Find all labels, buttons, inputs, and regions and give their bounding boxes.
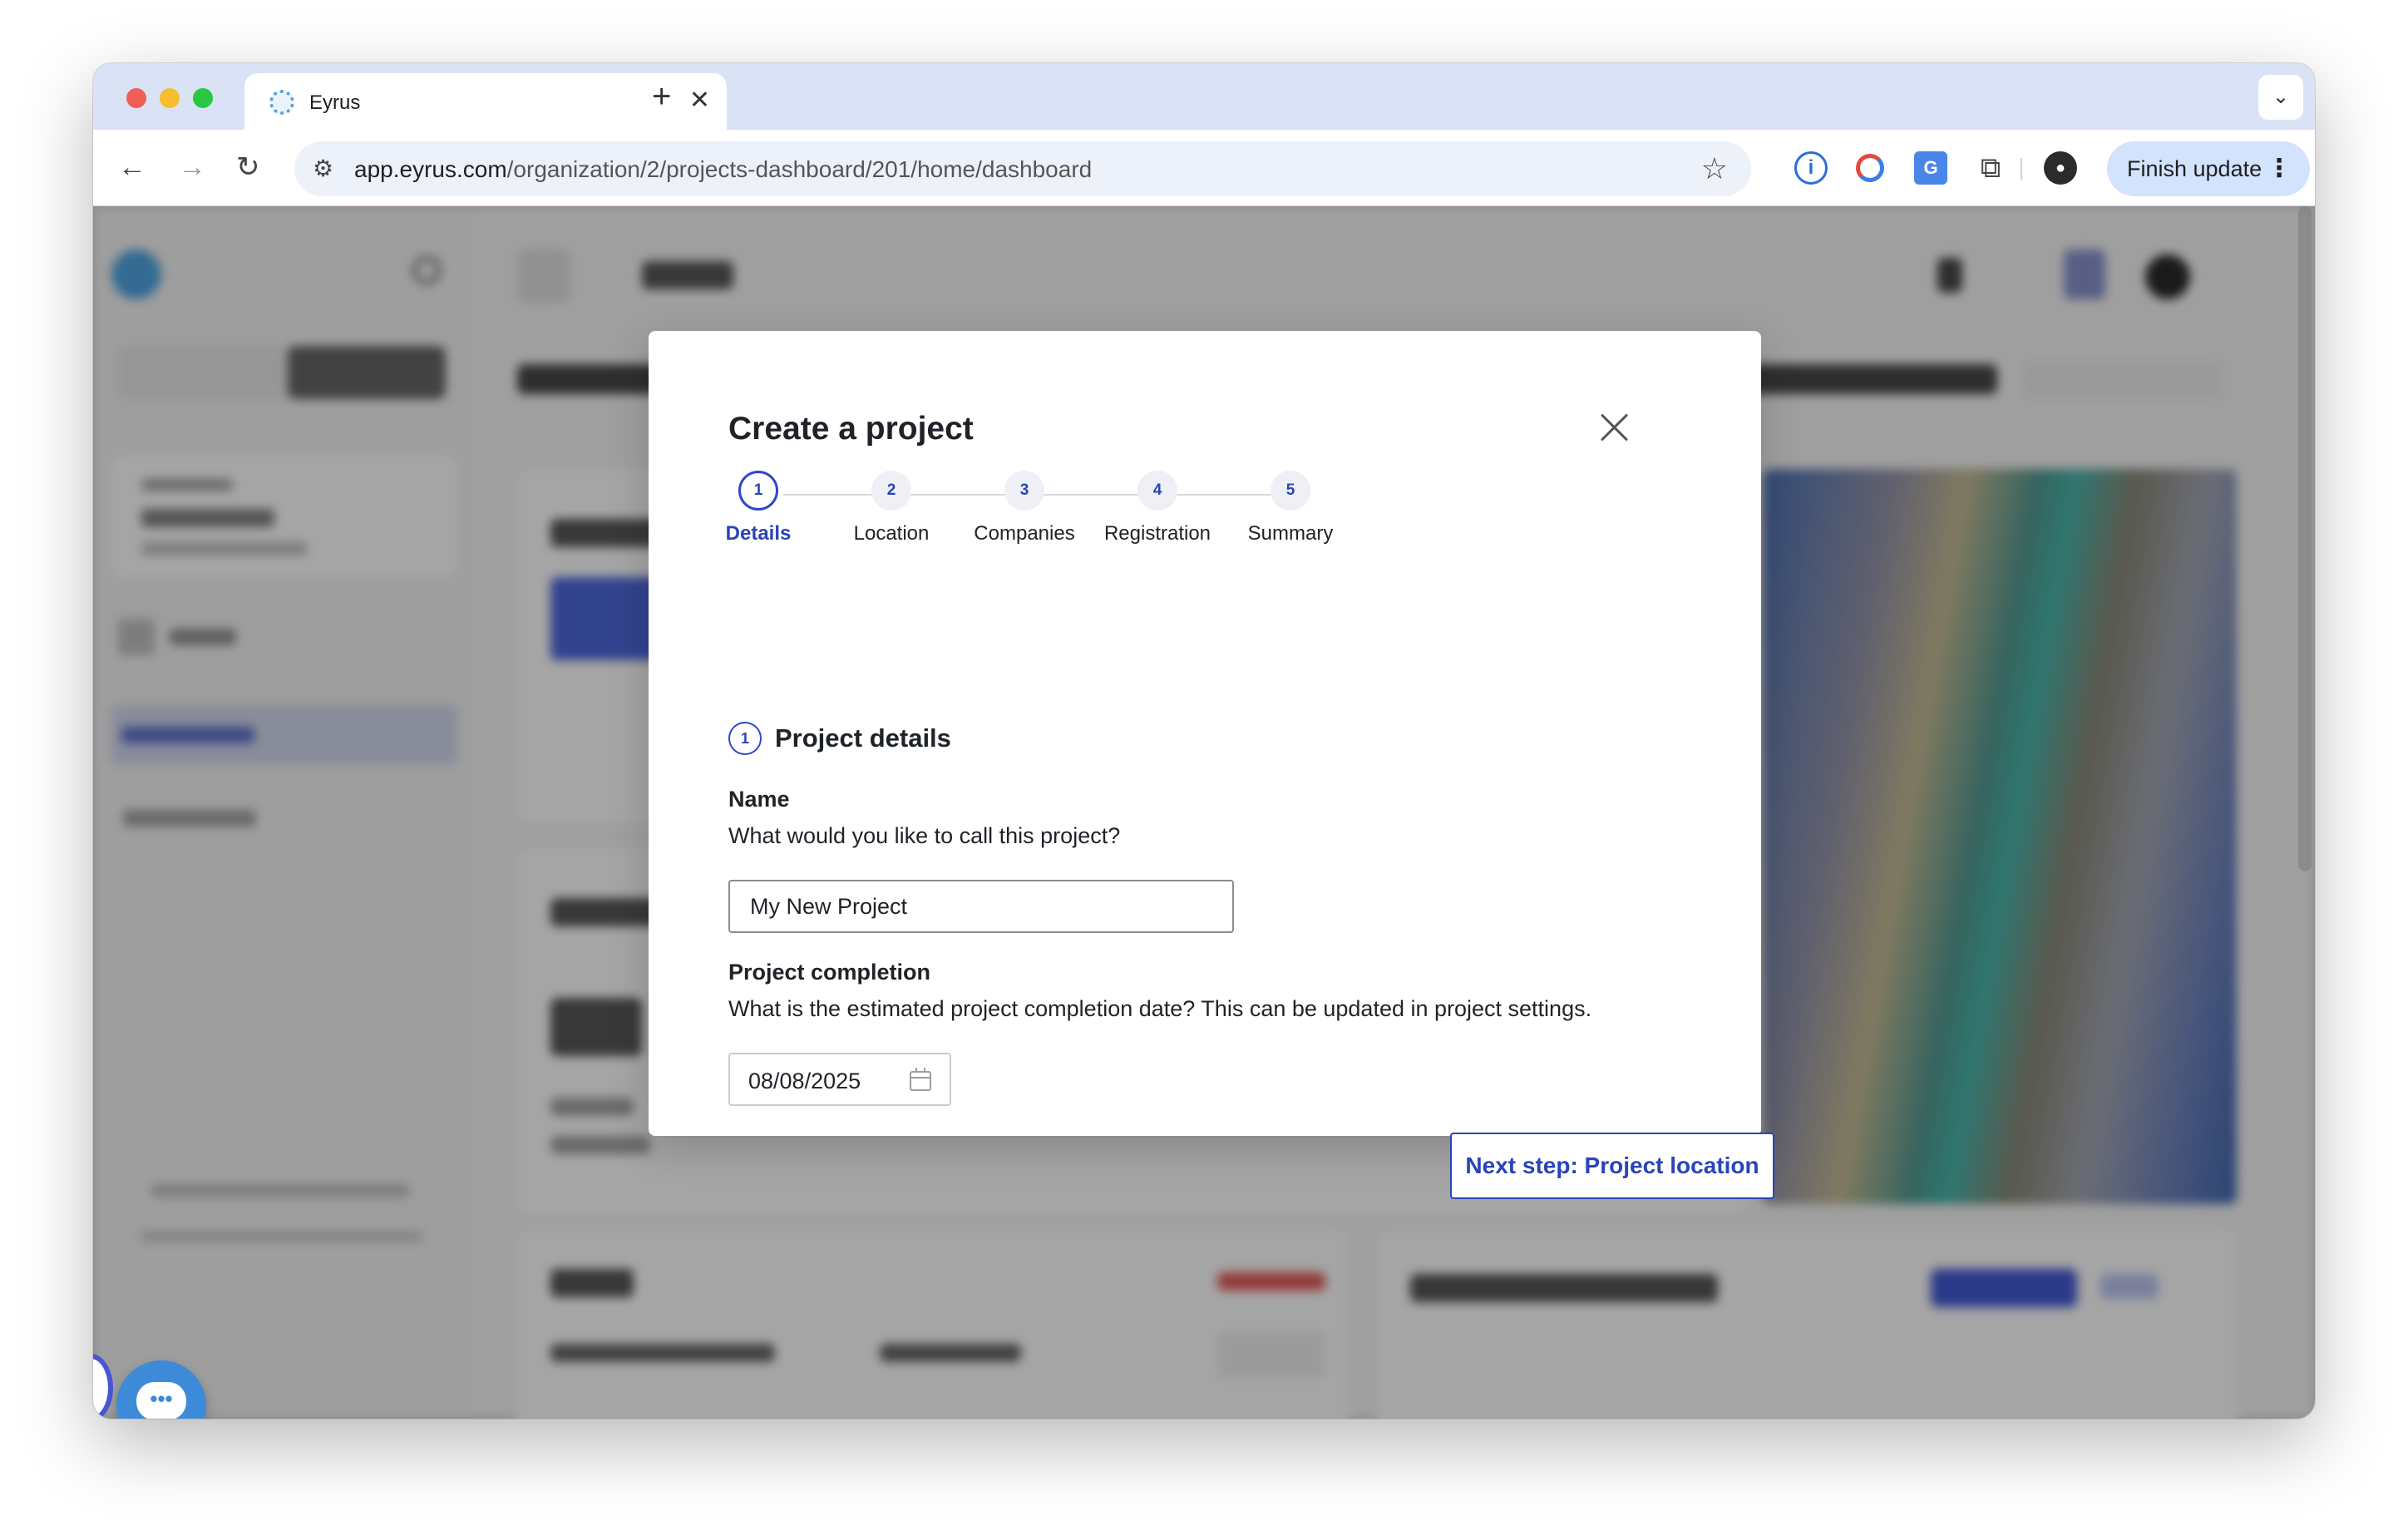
close-window-button[interactable] <box>126 88 146 108</box>
profile-avatar-icon[interactable]: ● <box>2044 151 2077 185</box>
toolbar-divider <box>2021 158 2022 180</box>
page-scrollbar[interactable] <box>2298 206 2312 871</box>
extensions-puzzle-icon[interactable]: ⧉ <box>1974 151 2007 185</box>
minimize-window-button[interactable] <box>160 88 180 108</box>
name-label: Name <box>728 787 790 812</box>
calendar-icon[interactable] <box>910 1068 931 1091</box>
maximize-window-button[interactable] <box>193 88 213 108</box>
tab-title: Eyrus <box>309 91 361 114</box>
step-number: 5 <box>1271 471 1310 511</box>
step-label: Companies <box>974 522 1075 545</box>
finish-update-button[interactable]: Finish update ⋮ <box>2107 141 2310 196</box>
bookmark-star-icon[interactable]: ☆ <box>1701 151 1728 186</box>
password-manager-extension-icon[interactable]: i <box>1794 151 1828 185</box>
browser-toolbar: ← → ↻ ⚙ app.eyrus.com/organization/2/pro… <box>93 130 2315 206</box>
project-name-input[interactable] <box>728 880 1234 933</box>
browser-window: Eyrus ✕ + ⌄ ← → ↻ ⚙ app.eyrus.com/organi… <box>93 63 2315 1419</box>
tab-close-icon[interactable]: ✕ <box>689 86 710 115</box>
address-bar[interactable]: ⚙ app.eyrus.com/organization/2/projects-… <box>294 141 1751 196</box>
url-host: app.eyrus.com <box>354 156 507 182</box>
step-label: Summary <box>1247 522 1334 545</box>
translate-extension-icon[interactable]: G <box>1914 151 1947 185</box>
step-label: Details <box>725 522 792 545</box>
completion-date-input[interactable]: 08/08/2025 <box>728 1053 951 1106</box>
step-number: 1 <box>738 471 778 511</box>
back-arrow-icon[interactable]: ← <box>118 148 146 186</box>
new-tab-button[interactable]: + <box>652 78 671 115</box>
tab-search-chevron-icon[interactable]: ⌄ <box>2258 75 2303 120</box>
close-icon[interactable] <box>1596 409 1633 446</box>
tab-strip: Eyrus ✕ + ⌄ <box>93 63 2315 130</box>
modal-title: Create a project <box>728 411 974 447</box>
site-settings-icon[interactable]: ⚙ <box>313 155 333 182</box>
step-number: 3 <box>1004 471 1044 511</box>
section-number: 1 <box>728 722 762 755</box>
project-stepper: 1 Details 2 Location 3 Companies 4 Regis… <box>649 471 1761 554</box>
step-label: Location <box>853 522 930 545</box>
step-label: Registration <box>1103 522 1211 545</box>
color-picker-extension-icon[interactable] <box>1856 154 1884 182</box>
finish-update-label: Finish update <box>2127 156 2262 181</box>
section-title: Project details <box>775 723 951 753</box>
step-number: 2 <box>871 471 911 511</box>
reload-icon[interactable]: ↻ <box>236 148 260 186</box>
forward-arrow-icon[interactable]: → <box>178 148 206 186</box>
completion-help-text: What is the estimated project completion… <box>728 996 1592 1021</box>
step-number: 4 <box>1137 471 1177 511</box>
name-help-text: What would you like to call this project… <box>728 823 1121 848</box>
eyrus-favicon-icon <box>269 90 294 115</box>
more-menu-icon[interactable]: ⋮ <box>2267 141 2292 196</box>
chat-bubble-icon: ••• <box>136 1382 186 1419</box>
url-path: /organization/2/projects-dashboard/201/h… <box>506 156 1093 182</box>
url-text[interactable]: app.eyrus.com/organization/2/projects-da… <box>354 156 1092 183</box>
completion-label: Project completion <box>728 960 931 985</box>
completion-date-value: 08/08/2025 <box>748 1069 861 1093</box>
next-step-button[interactable]: Next step: Project location <box>1450 1133 1774 1199</box>
create-project-modal: Create a project 1 Details 2 Location 3 … <box>649 331 1774 1199</box>
